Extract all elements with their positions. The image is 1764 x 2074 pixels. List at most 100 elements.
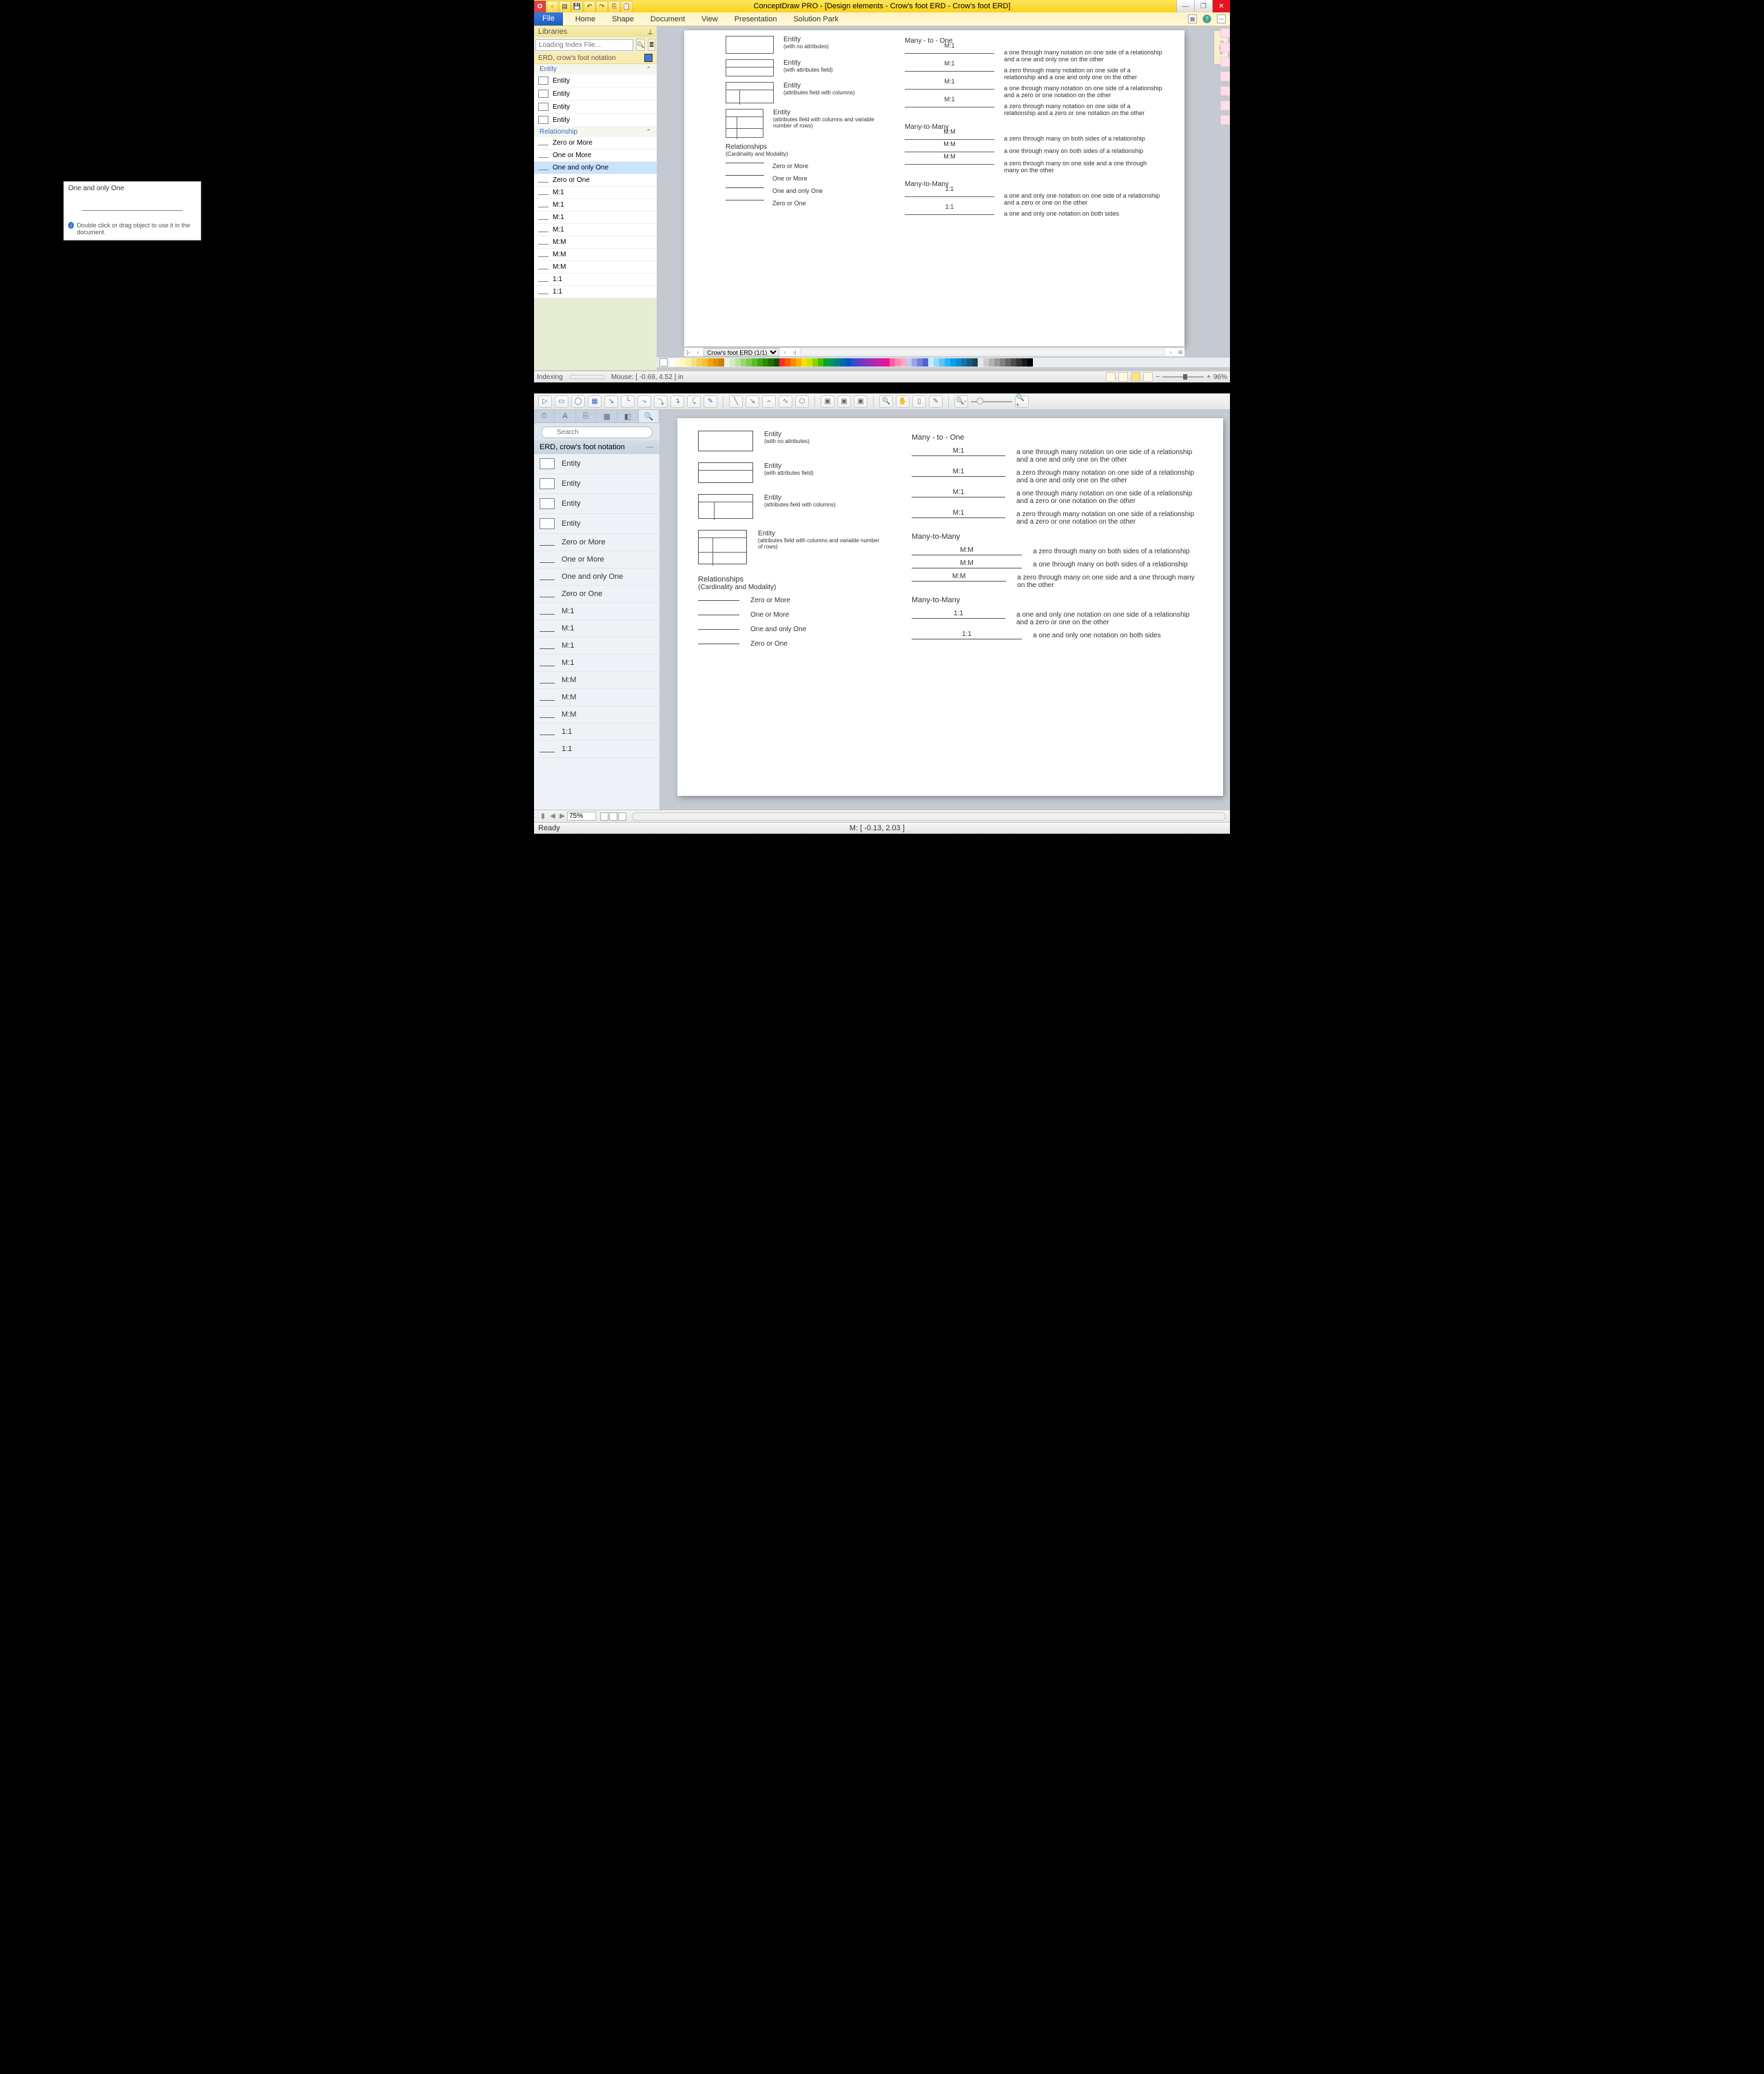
mac-item-entity[interactable]: Entity <box>534 514 659 534</box>
palette-swatch[interactable] <box>868 358 873 367</box>
palette-swatch[interactable] <box>702 358 708 367</box>
group-relationship[interactable]: Relationship ⌃ <box>534 127 657 137</box>
page[interactable]: Entity (with no attributes) Entity (with… <box>684 30 1184 347</box>
palette-swatch[interactable] <box>1016 358 1022 367</box>
mac-item-relationship[interactable]: M:M <box>534 706 659 723</box>
lib-item-relationship[interactable]: 1:1 <box>534 286 657 298</box>
library-close-icon[interactable] <box>644 54 653 62</box>
lib-item-relationship[interactable]: M:1 <box>534 187 657 199</box>
rt-icon-1[interactable] <box>1220 28 1230 38</box>
lib-item-relationship[interactable]: M:1 <box>534 199 657 212</box>
lib-item-relationship[interactable]: M:M <box>534 236 657 249</box>
palette-swatch[interactable] <box>1027 358 1033 367</box>
mac-item-relationship[interactable]: M:M <box>534 689 659 706</box>
palette-swatch[interactable] <box>906 358 912 367</box>
mac-search-input[interactable] <box>541 427 653 438</box>
tool-pointer-icon[interactable]: ▷ <box>538 396 552 408</box>
sb-icon-3[interactable] <box>1131 372 1140 382</box>
hscrollbar[interactable] <box>800 349 1165 356</box>
lib-item-relationship[interactable]: Zero or More <box>534 137 657 150</box>
palette-swatch[interactable] <box>801 358 807 367</box>
tool-connect-2-icon[interactable]: ╰ <box>621 396 635 408</box>
mac-item-entity[interactable]: Entity <box>534 474 659 494</box>
tool-zoom-slider[interactable] <box>971 401 1012 402</box>
palette-swatch[interactable] <box>851 358 857 367</box>
mac-tab-lib-icon[interactable]: ⎘ <box>576 410 597 422</box>
mac-first[interactable]: ▮ <box>538 812 548 820</box>
tool-connect-3-icon[interactable]: ⤷ <box>637 396 651 408</box>
ribbon-view[interactable]: View <box>693 12 726 25</box>
mac-prev[interactable]: ◀ <box>548 812 557 820</box>
rt-icon-2[interactable] <box>1220 43 1230 52</box>
mac-category-close-icon[interactable]: — <box>646 443 654 451</box>
palette-swatch[interactable] <box>757 358 763 367</box>
palette-swatch[interactable] <box>735 358 741 367</box>
tool-picker-icon[interactable]: ✎ <box>929 396 943 408</box>
palette-swatch[interactable] <box>845 358 851 367</box>
rt-icon-6[interactable] <box>1220 101 1230 110</box>
qat-open-icon[interactable]: ▤ <box>559 1 571 12</box>
palette-swatch[interactable] <box>912 358 917 367</box>
zoom-out-icon[interactable]: − <box>1156 373 1160 381</box>
palette-swatch[interactable] <box>967 358 972 367</box>
zoom-in-icon[interactable]: + <box>1207 373 1211 381</box>
palette-swatch[interactable] <box>818 358 823 367</box>
mac-page[interactable]: Entity (with no attributes) Entity (with… <box>677 418 1223 796</box>
tab-first[interactable]: |‹ <box>684 349 693 356</box>
palette-swatch[interactable] <box>741 358 746 367</box>
palette-swatch[interactable] <box>956 358 961 367</box>
lib-item-relationship[interactable]: One or More <box>534 150 657 162</box>
lib-item-relationship[interactable]: Zero or One <box>534 174 657 187</box>
palette-swatch[interactable] <box>1000 358 1005 367</box>
palette-swatch[interactable] <box>934 358 939 367</box>
palette-swatch[interactable] <box>774 358 779 367</box>
tool-poly-icon[interactable]: ⬡ <box>795 396 809 408</box>
tool-connect-4-icon[interactable]: ⤵ <box>654 396 668 408</box>
tool-arrow-icon[interactable]: ↘ <box>746 396 759 408</box>
zoom-slider[interactable] <box>1162 376 1204 378</box>
palette-picker-icon[interactable] <box>659 358 668 367</box>
tool-arc-icon[interactable]: ⌢ <box>762 396 776 408</box>
ribbon-document[interactable]: Document <box>642 12 693 25</box>
mac-item-relationship[interactable]: M:1 <box>534 603 659 620</box>
palette-swatch[interactable] <box>708 358 713 367</box>
palette-swatch[interactable] <box>994 358 1000 367</box>
mac-zoom-input[interactable] <box>567 812 596 821</box>
palette-swatch[interactable] <box>901 358 906 367</box>
palette-swatch[interactable] <box>989 358 994 367</box>
mac-tab-search-icon[interactable]: 🔍 <box>639 410 659 422</box>
tool-zoom-icon[interactable]: 🔍 <box>879 396 893 408</box>
mac-item-relationship[interactable]: 1:1 <box>534 741 659 758</box>
mac-page-2[interactable] <box>609 812 617 821</box>
rt-icon-4[interactable] <box>1220 72 1230 81</box>
ribbon-help-icon[interactable]: ? <box>1202 14 1211 23</box>
tool-rect-icon[interactable]: ▭ <box>555 396 568 408</box>
group-entity[interactable]: Entity ⌃ <box>534 64 657 74</box>
mac-tab-text-icon[interactable]: A <box>555 410 575 422</box>
library-category[interactable]: ERD, crow's foot notation <box>534 52 657 64</box>
palette-swatch[interactable] <box>950 358 956 367</box>
ribbon-home[interactable]: Home <box>567 12 604 25</box>
tool-line-icon[interactable]: ╲ <box>729 396 743 408</box>
tool-zoom-in-icon[interactable]: 🔍+ <box>1015 396 1029 408</box>
tool-group-1-icon[interactable]: ▣ <box>821 396 834 408</box>
palette-swatch[interactable] <box>1011 358 1016 367</box>
tool-curve-icon[interactable]: ∿ <box>779 396 792 408</box>
palette-swatch[interactable] <box>895 358 901 367</box>
palette-swatch[interactable] <box>879 358 884 367</box>
mac-item-relationship[interactable]: One and only One <box>534 568 659 586</box>
lib-item-relationship[interactable]: 1:1 <box>534 274 657 286</box>
ribbon-presentation[interactable]: Presentation <box>726 12 786 25</box>
palette-swatch[interactable] <box>680 358 686 367</box>
mac-tab-recent-icon[interactable]: ⏱ <box>534 410 555 422</box>
palette-swatch[interactable] <box>972 358 978 367</box>
mac-tab-prop-icon[interactable]: ▦ <box>597 410 617 422</box>
mac-item-entity[interactable]: Entity <box>534 494 659 514</box>
palette-swatch[interactable] <box>724 358 730 367</box>
qat-save-icon[interactable]: 💾 <box>571 1 583 12</box>
rt-icon-7[interactable] <box>1220 115 1230 125</box>
qat-new-icon[interactable]: ▫ <box>546 1 558 12</box>
mac-item-entity[interactable]: Entity <box>534 454 659 474</box>
rt-icon-3[interactable] <box>1220 57 1230 67</box>
palette-swatch[interactable] <box>730 358 735 367</box>
